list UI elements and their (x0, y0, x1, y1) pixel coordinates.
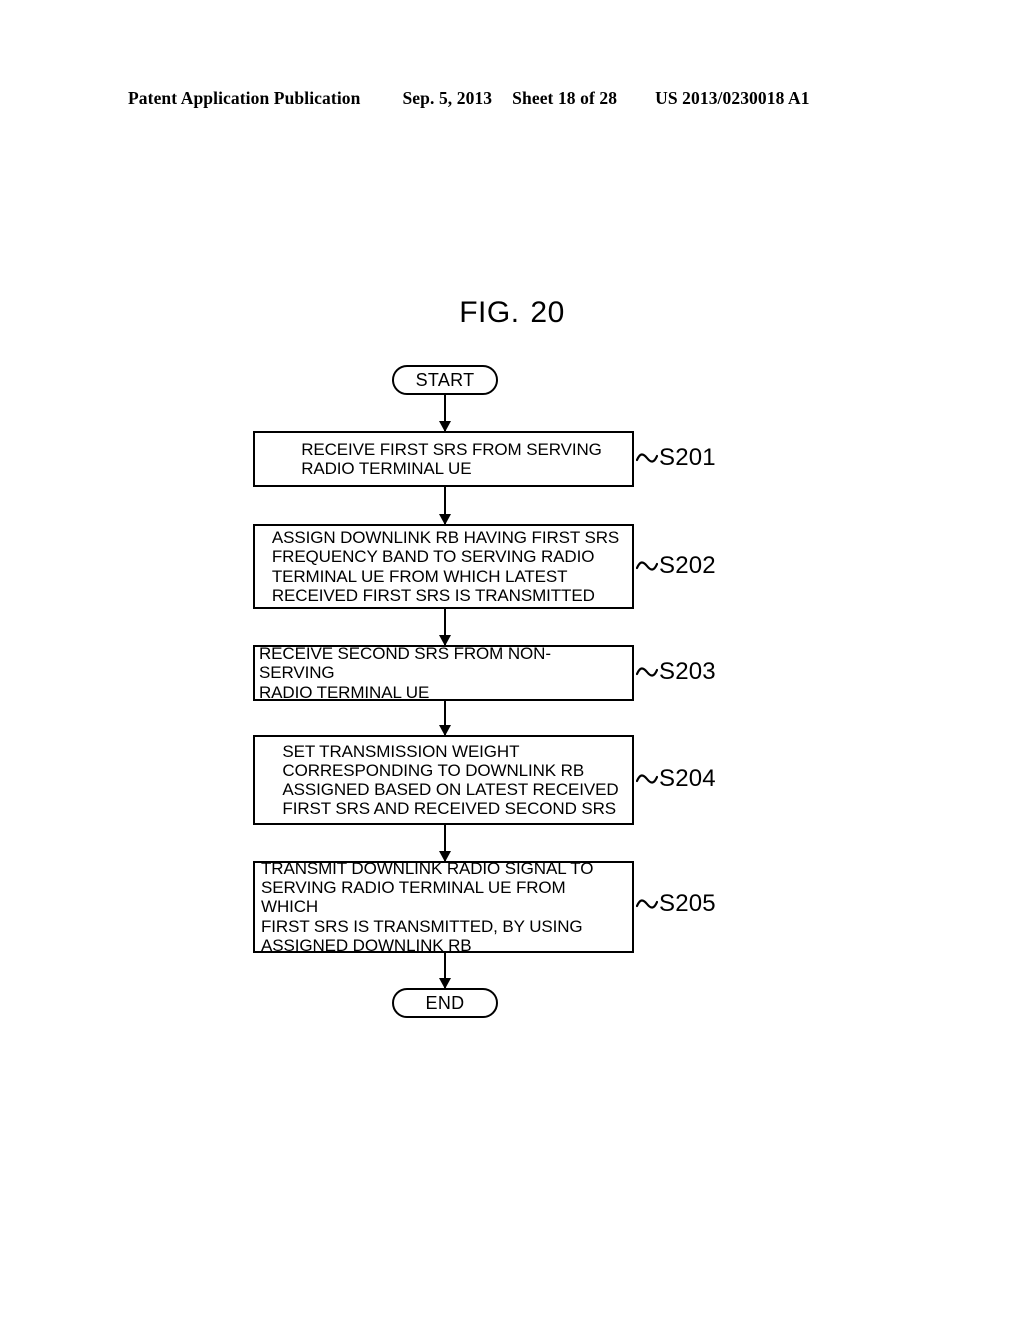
squiggle-leader-icon (636, 772, 658, 786)
connector-arrow-s201-to-s202 (439, 487, 451, 525)
step-reference-s203: S203 (636, 658, 716, 686)
step-reference-s203-label: S203 (659, 658, 716, 685)
step-reference-s201: S201 (636, 444, 716, 472)
step-reference-s202-label: S202 (659, 552, 716, 579)
flowchart-step-s202: ASSIGN DOWNLINK RB HAVING FIRST SRS FREQ… (253, 524, 634, 609)
connector-arrow-s203-to-s204 (439, 701, 451, 736)
flowchart-start-terminal: START (392, 365, 498, 395)
squiggle-leader-icon (636, 451, 658, 465)
flowchart-step-s201: RECEIVE FIRST SRS FROM SERVING RADIO TER… (253, 431, 634, 487)
squiggle-leader-icon (636, 559, 658, 573)
squiggle-leader-icon (636, 665, 658, 679)
step-reference-s205: S205 (636, 890, 716, 918)
connector-arrow-s202-to-s203 (439, 609, 451, 646)
step-s204-text: SET TRANSMISSION WEIGHT CORRESPONDING TO… (282, 741, 619, 819)
flowchart-end-terminal: END (392, 988, 498, 1018)
squiggle-leader-icon (636, 897, 658, 911)
step-reference-s205-label: S205 (659, 890, 716, 917)
flowchart-step-s204: SET TRANSMISSION WEIGHT CORRESPONDING TO… (253, 735, 634, 825)
step-s202-text: ASSIGN DOWNLINK RB HAVING FIRST SRS FREQ… (271, 528, 620, 605)
step-s203-text: RECEIVE SECOND SRS FROM NON-SERVING RADI… (259, 644, 551, 702)
step-reference-s204-label: S204 (659, 765, 716, 792)
step-reference-s201-label: S201 (659, 444, 716, 471)
step-s205-text: TRANSMIT DOWNLINK RADIO SIGNAL TO SERVIN… (261, 859, 594, 955)
start-terminal-label: START (415, 369, 475, 390)
step-reference-s204: S204 (636, 765, 716, 793)
flowchart-diagram: START RECEIVE FIRST SRS FROM SERVING RAD… (0, 0, 1024, 1320)
connector-arrow-start-to-s201 (439, 395, 451, 432)
connector-arrow-s205-to-end (439, 953, 451, 989)
flowchart-step-s203: RECEIVE SECOND SRS FROM NON-SERVING RADI… (253, 644, 634, 702)
step-s201-text: RECEIVE FIRST SRS FROM SERVING RADIO TER… (301, 439, 602, 478)
flowchart-step-s205: TRANSMIT DOWNLINK RADIO SIGNAL TO SERVIN… (253, 859, 634, 955)
step-reference-s202: S202 (636, 552, 716, 580)
connector-arrow-s204-to-s205 (439, 825, 451, 862)
end-terminal-label: END (425, 992, 465, 1013)
